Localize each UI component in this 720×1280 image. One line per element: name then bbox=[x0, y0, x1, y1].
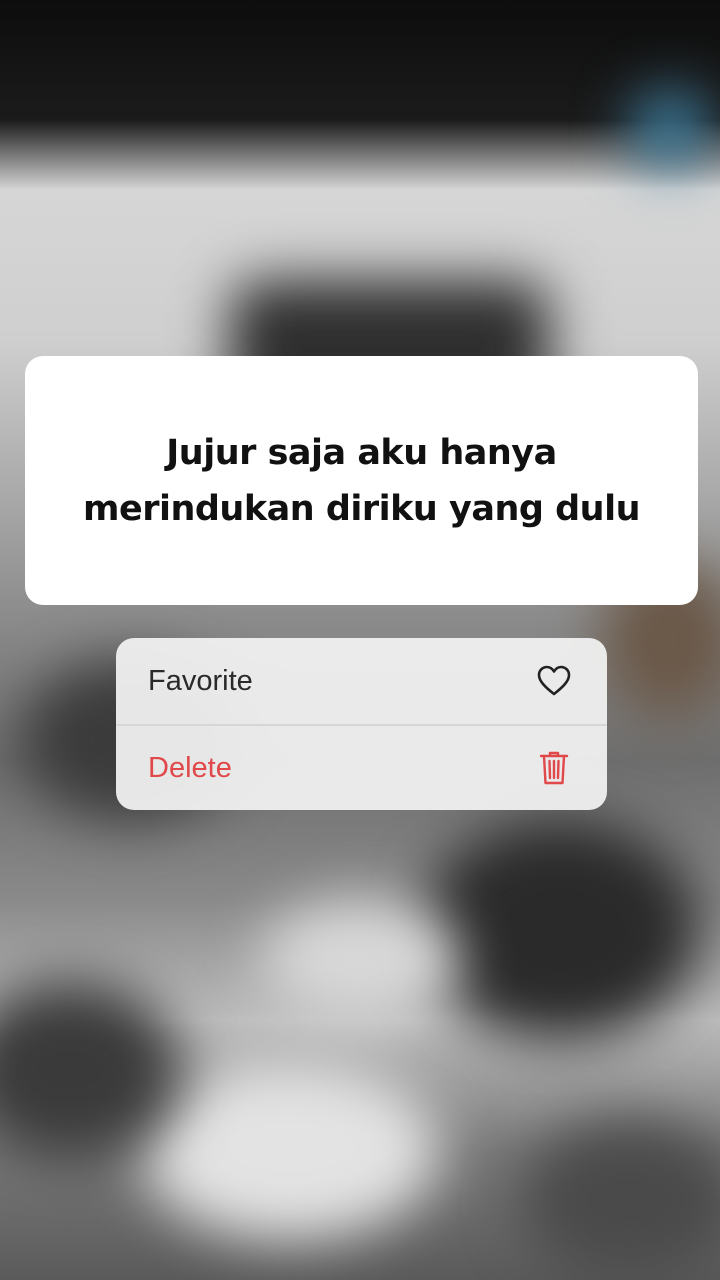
background-blur-shape bbox=[630, 90, 710, 170]
background-blur-shape bbox=[520, 1120, 720, 1280]
background-blur-shape bbox=[260, 900, 460, 1020]
background-blur-shape bbox=[420, 820, 700, 1040]
quote-line-2: merindukan diriku yang dulu bbox=[82, 488, 641, 529]
background-blur-shape bbox=[140, 1060, 440, 1240]
delete-menu-item[interactable]: Delete bbox=[116, 724, 607, 810]
favorite-menu-item[interactable]: Favorite bbox=[116, 638, 607, 724]
context-menu: Favorite Delete bbox=[116, 638, 607, 810]
favorite-label: Favorite bbox=[148, 664, 253, 697]
heart-icon bbox=[537, 664, 571, 698]
trash-icon bbox=[537, 751, 571, 785]
quote-text: Jujur saja aku hanya merindukan diriku y… bbox=[82, 425, 641, 537]
quote-card: Jujur saja aku hanya merindukan diriku y… bbox=[25, 356, 698, 605]
delete-label: Delete bbox=[148, 751, 232, 784]
quote-line-1: Jujur saja aku hanya bbox=[166, 432, 557, 473]
